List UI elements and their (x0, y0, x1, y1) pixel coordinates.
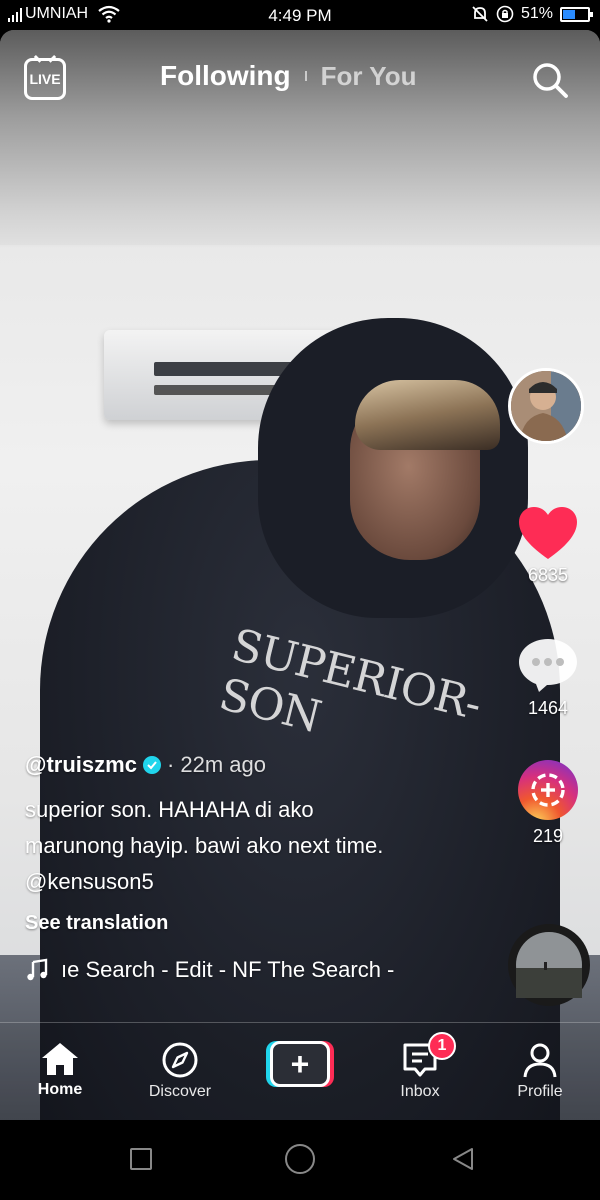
live-button[interactable]: LIVE (24, 58, 66, 100)
comment-action[interactable]: 1464 (508, 636, 588, 719)
like-count: 6835 (527, 565, 569, 585)
system-nav (0, 1120, 600, 1200)
recents-icon[interactable] (130, 1148, 152, 1170)
caption: @truiszmc · 22m ago superior son. HAHAHA… (25, 752, 495, 983)
music-title: ıe Search - Edit - NF The Search - (61, 957, 395, 982)
plus-icon: + (270, 1041, 330, 1087)
heart-icon (519, 507, 577, 559)
profile-icon (523, 1043, 557, 1078)
post-time: · 22m ago (166, 752, 266, 777)
nav-inbox-label: Inbox (400, 1083, 440, 1100)
caption-mention[interactable]: @kensuson5 (25, 864, 495, 900)
live-label: LIVE (29, 71, 61, 87)
battery-icon (560, 6, 593, 22)
nav-profile[interactable]: Profile (490, 1041, 590, 1101)
rotation-lock-icon (496, 5, 514, 23)
compass-icon (162, 1042, 198, 1078)
person-hair (355, 380, 500, 450)
bottom-nav: Home Discover + Inbox Profile (0, 1022, 600, 1120)
home-icon (42, 1043, 78, 1075)
share-count: 219 (532, 826, 564, 846)
home-system-icon[interactable] (285, 1144, 315, 1174)
battery-percent: 51% (520, 5, 553, 22)
inbox-badge: 1 (428, 1032, 456, 1060)
nav-profile-label: Profile (517, 1083, 563, 1100)
search-icon[interactable] (530, 60, 570, 100)
music-ticker[interactable]: ıe Search - Edit - NF The Search - (25, 957, 445, 983)
tab-for-you[interactable]: For You (321, 61, 417, 92)
tab-following[interactable]: Following (160, 60, 291, 92)
tab-divider (304, 71, 307, 81)
caption-line-2: marunong hayip. bawi ako next time. (25, 833, 384, 858)
status-bar: UMNIAH 4:49 PM 51% (0, 0, 600, 30)
back-icon[interactable] (450, 1146, 476, 1172)
caption-text: superior son. HAHAHA di ako marunong hay… (25, 792, 495, 900)
music-cover (516, 932, 582, 998)
status-right: 51% (471, 5, 593, 23)
comment-count: 1464 (527, 698, 569, 718)
feed-tabs: Following For You (160, 60, 416, 92)
mute-bell-icon (472, 6, 488, 22)
like-action[interactable]: 6835 (508, 505, 588, 586)
create-button[interactable]: + (266, 1041, 334, 1087)
verified-badge-icon (142, 756, 161, 774)
nav-home[interactable]: Home (10, 1041, 110, 1099)
author-name[interactable]: @truiszmc (25, 752, 137, 778)
caption-author-row: @truiszmc · 22m ago (25, 752, 495, 778)
comment-icon (519, 639, 577, 692)
music-disc[interactable] (508, 924, 590, 1006)
nav-home-label: Home (37, 1081, 83, 1098)
music-note-icon (27, 958, 48, 981)
creator-avatar[interactable] (508, 368, 584, 444)
nav-discover[interactable]: Discover (130, 1041, 230, 1101)
caption-line-1: superior son. HAHAHA di ako (25, 797, 314, 822)
nav-discover-label: Discover (148, 1083, 212, 1100)
share-action[interactable]: 219 (508, 758, 588, 847)
share-icon (518, 760, 578, 820)
see-translation-link[interactable]: See translation (25, 912, 495, 935)
